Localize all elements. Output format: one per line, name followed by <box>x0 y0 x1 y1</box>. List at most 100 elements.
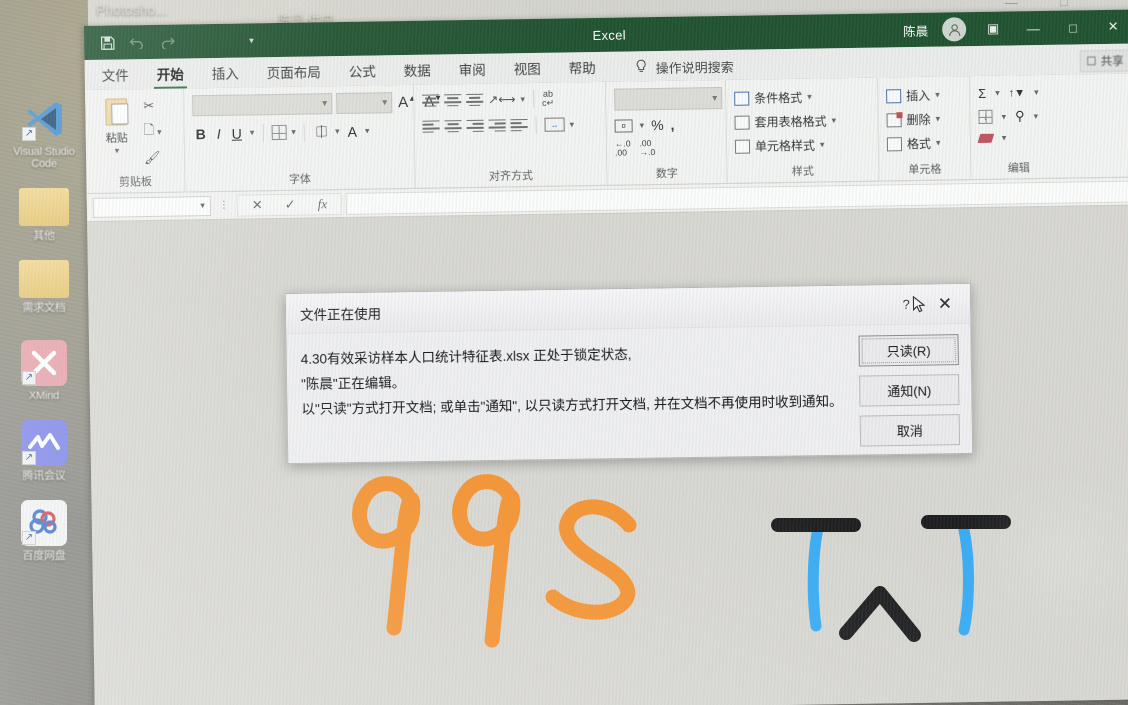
fill-color-icon[interactable]: ⎅ <box>313 122 330 141</box>
desktop-icon-tencent-meeting[interactable]: ↗ 腾讯会议 <box>0 420 88 482</box>
align-middle-icon[interactable] <box>444 93 462 107</box>
clear-icon[interactable] <box>977 133 995 143</box>
delete-cells-button[interactable]: 删除 ▾ <box>886 111 940 129</box>
ribbon-group-title: 数字 <box>655 167 678 181</box>
tab-home[interactable]: 开始 <box>154 61 187 89</box>
insert-function-icon[interactable]: fx <box>318 196 328 212</box>
format-cells-button[interactable]: 格式 ▾ <box>886 135 941 153</box>
tab-page-layout[interactable]: 页面布局 <box>264 59 324 87</box>
font-color-chevron-icon[interactable]: ▾ <box>365 126 370 137</box>
borders-chevron-icon[interactable]: ▾ <box>291 127 296 138</box>
comma-style-button[interactable]: , <box>670 117 674 133</box>
wrap-text-icon[interactable]: ab c↵ <box>542 89 554 108</box>
tab-help[interactable]: 帮助 <box>566 55 599 83</box>
vscode-icon: ↗ <box>21 96 67 142</box>
percent-style-button[interactable]: % <box>651 117 664 133</box>
accounting-chevron-icon[interactable]: ▾ <box>640 120 645 131</box>
decrease-indent-icon[interactable] <box>488 118 506 132</box>
fill-icon[interactable]: ↓ <box>978 109 993 124</box>
read-only-button[interactable]: 只读(R) <box>858 334 959 367</box>
font-color-icon[interactable]: A <box>344 122 360 140</box>
underline-chevron-icon[interactable]: ▾ <box>250 127 255 138</box>
cancel-button[interactable]: 取消 <box>859 414 961 447</box>
accounting-format-icon[interactable]: ¤ <box>614 118 633 133</box>
tab-formulas[interactable]: 公式 <box>346 58 379 86</box>
copy-button[interactable]: 🗋 ▾ <box>144 121 162 143</box>
desktop-icon-baidu-netdisk[interactable]: ↗ 百度网盘 <box>0 500 88 562</box>
dialog-close-button[interactable]: ✕ <box>928 294 963 315</box>
chevron-down-icon[interactable]: ▾ <box>115 145 120 156</box>
orientation-icon[interactable]: ↗⟷ <box>488 92 515 106</box>
account-name[interactable]: 陈晨 <box>903 20 928 39</box>
desktop-icon-requirements-folder[interactable]: 需求文档 <box>0 260 88 314</box>
ribbon-group-cells: 插入 ▾ 删除 ▾ 格式 ▾ 单元格 <box>876 76 971 181</box>
font-name-combo[interactable]: ▾ <box>192 93 333 117</box>
find-select-chevron-icon[interactable]: ▾ <box>1034 111 1039 122</box>
tab-data[interactable]: 数据 <box>401 58 434 86</box>
merge-chevron-icon[interactable]: ▾ <box>570 119 575 130</box>
format-painter-button[interactable]: 🖌 <box>144 150 162 166</box>
ribbon-group-title: 单元格 <box>908 163 942 177</box>
font-size-combo[interactable]: ▾ <box>336 92 393 115</box>
screen-glare-spot <box>960 470 1128 650</box>
bg-minimize-icon[interactable]: — <box>1005 0 1018 10</box>
tab-file[interactable]: 文件 <box>99 62 132 90</box>
autosum-chevron-icon[interactable]: ▾ <box>995 88 1000 99</box>
bold-button[interactable]: B <box>193 125 209 143</box>
cell-styles-button[interactable]: 单元格样式 ▾ <box>734 136 825 154</box>
insert-cells-button[interactable]: 插入 ▾ <box>886 87 940 105</box>
paste-button[interactable]: 粘贴 ▾ <box>93 96 140 157</box>
fill-color-chevron-icon[interactable]: ▾ <box>335 126 340 137</box>
find-select-icon[interactable]: ⚲ <box>1015 108 1025 124</box>
ribbon-display-options-icon[interactable]: ▣ <box>980 21 1006 37</box>
align-right-icon[interactable] <box>466 119 484 133</box>
merge-center-icon[interactable]: ↔ <box>544 117 565 132</box>
align-bottom-icon[interactable] <box>466 93 484 107</box>
avatar[interactable] <box>941 17 967 42</box>
number-format-combo[interactable]: ▾ <box>614 86 723 111</box>
underline-button[interactable]: U <box>229 124 245 142</box>
align-center-icon[interactable] <box>444 119 462 133</box>
notify-button[interactable]: 通知(N) <box>859 374 960 407</box>
background-photoshop-label: Photosho... <box>96 2 167 18</box>
align-left-icon[interactable] <box>422 119 440 133</box>
cancel-formula-icon[interactable]: ✕ <box>252 197 263 213</box>
ribbon-group-editing: Σ ▾ ↑▼ ▾ ↓ ▾ ⚲ ▾ ▾ 编辑 <box>968 74 1067 180</box>
conditional-formatting-button[interactable]: 条件格式 ▾ <box>734 89 812 107</box>
share-button[interactable]: ☐ 共享 <box>1079 49 1128 73</box>
folder-icon <box>19 188 69 226</box>
fill-chevron-icon[interactable]: ▾ <box>1001 111 1006 122</box>
increase-indent-icon[interactable] <box>510 118 528 132</box>
desktop-icon-vscode[interactable]: ↗ Visual Studio Code <box>0 96 88 170</box>
desktop-icon-other-folder[interactable]: 其他 <box>0 188 88 242</box>
autosum-icon[interactable]: Σ <box>978 86 986 101</box>
clear-chevron-icon[interactable]: ▾ <box>1002 133 1007 144</box>
borders-icon[interactable] <box>271 124 287 141</box>
insert-cells-icon <box>886 88 902 103</box>
delete-cells-icon <box>886 112 902 127</box>
sort-filter-chevron-icon[interactable]: ▾ <box>1034 87 1039 98</box>
desktop-icon-label: 需求文档 <box>22 302 66 314</box>
maximize-button[interactable]: □ <box>1060 20 1086 35</box>
tab-view[interactable]: 视图 <box>511 56 544 84</box>
sort-filter-icon[interactable]: ↑▼ <box>1009 87 1026 99</box>
name-box[interactable]: ▾ <box>92 195 211 218</box>
tab-insert[interactable]: 插入 <box>209 61 242 89</box>
close-button[interactable]: ✕ <box>1100 19 1126 35</box>
increase-decimal-icon[interactable]: ←.0.00 <box>615 138 631 157</box>
orientation-chevron-icon[interactable]: ▾ <box>520 94 525 105</box>
tell-me-search[interactable]: 操作说明搜索 <box>635 57 734 82</box>
bg-maximize-icon[interactable]: □ <box>1060 0 1068 9</box>
desktop-icon-xmind[interactable]: ↗ XMind <box>0 340 88 402</box>
format-as-table-button[interactable]: 套用表格格式 ▾ <box>734 112 836 131</box>
enter-formula-icon[interactable]: ✓ <box>285 196 296 212</box>
ribbon-group-number: ▾ ¤ ▾ % , ←.0.00 .00 →.0 数字 <box>604 79 727 185</box>
cut-button[interactable]: ✂ <box>143 98 161 114</box>
minimize-button[interactable]: — <box>1020 20 1046 35</box>
decrease-decimal-icon[interactable]: .00 →.0 <box>639 138 655 157</box>
italic-button[interactable]: I <box>214 124 224 142</box>
ribbon-group-title: 字体 <box>288 173 312 186</box>
tab-review[interactable]: 审阅 <box>456 57 489 85</box>
align-top-icon[interactable] <box>422 93 440 107</box>
formula-bar-expand-handle[interactable]: ⋮ <box>211 200 237 211</box>
